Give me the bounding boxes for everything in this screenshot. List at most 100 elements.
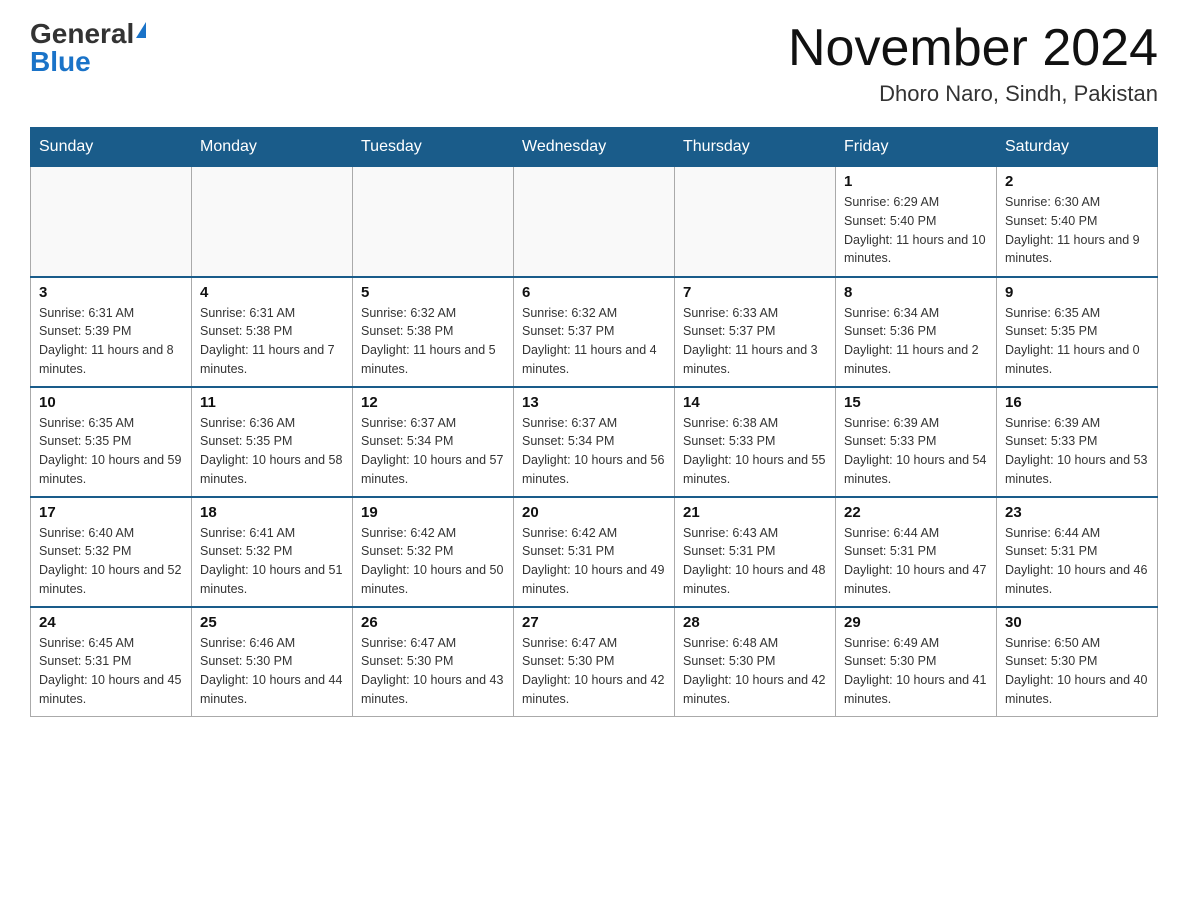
day-number: 6: [522, 284, 666, 301]
day-number: 2: [1005, 173, 1149, 190]
day-info: Sunrise: 6:41 AMSunset: 5:32 PMDaylight:…: [200, 524, 344, 599]
day-number: 26: [361, 614, 505, 631]
day-info: Sunrise: 6:42 AMSunset: 5:32 PMDaylight:…: [361, 524, 505, 599]
day-number: 16: [1005, 394, 1149, 411]
logo-general-text: General: [30, 20, 134, 48]
day-info: Sunrise: 6:29 AMSunset: 5:40 PMDaylight:…: [844, 193, 988, 268]
calendar-week-row: 24 Sunrise: 6:45 AMSunset: 5:31 PMDayligh…: [31, 607, 1158, 717]
weekday-header-wednesday: Wednesday: [514, 128, 675, 167]
weekday-header-saturday: Saturday: [997, 128, 1158, 167]
day-number: 19: [361, 504, 505, 521]
day-number: 21: [683, 504, 827, 521]
calendar-cell: 3 Sunrise: 6:31 AMSunset: 5:39 PMDaylight…: [31, 277, 192, 387]
day-info: Sunrise: 6:45 AMSunset: 5:31 PMDaylight:…: [39, 634, 183, 709]
day-info: Sunrise: 6:50 AMSunset: 5:30 PMDaylight:…: [1005, 634, 1149, 709]
calendar-cell: [675, 167, 836, 277]
calendar-cell: 6 Sunrise: 6:32 AMSunset: 5:37 PMDaylight…: [514, 277, 675, 387]
calendar-cell: 26 Sunrise: 6:47 AMSunset: 5:30 PMDayligh…: [353, 607, 514, 717]
calendar-week-row: 1 Sunrise: 6:29 AMSunset: 5:40 PMDaylight…: [31, 167, 1158, 277]
day-info: Sunrise: 6:39 AMSunset: 5:33 PMDaylight:…: [844, 414, 988, 489]
day-info: Sunrise: 6:31 AMSunset: 5:39 PMDaylight:…: [39, 304, 183, 379]
calendar-cell: [31, 167, 192, 277]
calendar-cell: 7 Sunrise: 6:33 AMSunset: 5:37 PMDaylight…: [675, 277, 836, 387]
day-number: 22: [844, 504, 988, 521]
day-number: 17: [39, 504, 183, 521]
day-number: 25: [200, 614, 344, 631]
day-info: Sunrise: 6:42 AMSunset: 5:31 PMDaylight:…: [522, 524, 666, 599]
day-info: Sunrise: 6:38 AMSunset: 5:33 PMDaylight:…: [683, 414, 827, 489]
calendar-cell: 23 Sunrise: 6:44 AMSunset: 5:31 PMDayligh…: [997, 497, 1158, 607]
day-number: 1: [844, 173, 988, 190]
calendar-cell: 12 Sunrise: 6:37 AMSunset: 5:34 PMDayligh…: [353, 387, 514, 497]
day-number: 28: [683, 614, 827, 631]
day-number: 4: [200, 284, 344, 301]
day-number: 30: [1005, 614, 1149, 631]
calendar-cell: 11Sunrise: 6:36 AMSunset: 5:35 PMDayligh…: [192, 387, 353, 497]
day-number: 7: [683, 284, 827, 301]
calendar-table: SundayMondayTuesdayWednesdayThursdayFrid…: [30, 127, 1158, 717]
logo-triangle-icon: [136, 22, 146, 38]
day-info: Sunrise: 6:30 AMSunset: 5:40 PMDaylight:…: [1005, 193, 1149, 268]
day-info: Sunrise: 6:32 AMSunset: 5:38 PMDaylight:…: [361, 304, 505, 379]
calendar-cell: 9Sunrise: 6:35 AMSunset: 5:35 PMDaylight…: [997, 277, 1158, 387]
day-info: Sunrise: 6:34 AMSunset: 5:36 PMDaylight:…: [844, 304, 988, 379]
calendar-cell: 22 Sunrise: 6:44 AMSunset: 5:31 PMDayligh…: [836, 497, 997, 607]
calendar-cell: 25 Sunrise: 6:46 AMSunset: 5:30 PMDayligh…: [192, 607, 353, 717]
title-area: November 2024 Dhoro Naro, Sindh, Pakista…: [788, 20, 1158, 107]
calendar-cell: [514, 167, 675, 277]
day-number: 3: [39, 284, 183, 301]
calendar-cell: 21 Sunrise: 6:43 AMSunset: 5:31 PMDayligh…: [675, 497, 836, 607]
day-info: Sunrise: 6:43 AMSunset: 5:31 PMDaylight:…: [683, 524, 827, 599]
day-number: 14: [683, 394, 827, 411]
calendar-cell: 1 Sunrise: 6:29 AMSunset: 5:40 PMDaylight…: [836, 167, 997, 277]
day-number: 20: [522, 504, 666, 521]
day-info: Sunrise: 6:48 AMSunset: 5:30 PMDaylight:…: [683, 634, 827, 709]
day-info: Sunrise: 6:33 AMSunset: 5:37 PMDaylight:…: [683, 304, 827, 379]
calendar-week-row: 3 Sunrise: 6:31 AMSunset: 5:39 PMDaylight…: [31, 277, 1158, 387]
day-info: Sunrise: 6:37 AMSunset: 5:34 PMDaylight:…: [361, 414, 505, 489]
month-title: November 2024: [788, 20, 1158, 77]
day-info: Sunrise: 6:46 AMSunset: 5:30 PMDaylight:…: [200, 634, 344, 709]
logo-blue-text: Blue: [30, 46, 91, 77]
calendar-cell: 24 Sunrise: 6:45 AMSunset: 5:31 PMDayligh…: [31, 607, 192, 717]
day-info: Sunrise: 6:44 AMSunset: 5:31 PMDaylight:…: [844, 524, 988, 599]
day-number: 12: [361, 394, 505, 411]
weekday-header-row: SundayMondayTuesdayWednesdayThursdayFrid…: [31, 128, 1158, 167]
logo: General Blue: [30, 20, 146, 76]
day-info: Sunrise: 6:47 AMSunset: 5:30 PMDaylight:…: [522, 634, 666, 709]
day-number: 18: [200, 504, 344, 521]
day-info: Sunrise: 6:47 AMSunset: 5:30 PMDaylight:…: [361, 634, 505, 709]
day-number: 24: [39, 614, 183, 631]
day-info: Sunrise: 6:39 AMSunset: 5:33 PMDaylight:…: [1005, 414, 1149, 489]
calendar-cell: [353, 167, 514, 277]
calendar-week-row: 17Sunrise: 6:40 AMSunset: 5:32 PMDayligh…: [31, 497, 1158, 607]
calendar-cell: [192, 167, 353, 277]
calendar-cell: 17Sunrise: 6:40 AMSunset: 5:32 PMDayligh…: [31, 497, 192, 607]
day-number: 11: [200, 394, 344, 411]
calendar-cell: 29Sunrise: 6:49 AMSunset: 5:30 PMDayligh…: [836, 607, 997, 717]
calendar-cell: 19 Sunrise: 6:42 AMSunset: 5:32 PMDayligh…: [353, 497, 514, 607]
calendar-cell: 28 Sunrise: 6:48 AMSunset: 5:30 PMDayligh…: [675, 607, 836, 717]
calendar-cell: 10Sunrise: 6:35 AMSunset: 5:35 PMDayligh…: [31, 387, 192, 497]
weekday-header-friday: Friday: [836, 128, 997, 167]
calendar-cell: 18 Sunrise: 6:41 AMSunset: 5:32 PMDayligh…: [192, 497, 353, 607]
calendar-cell: 20 Sunrise: 6:42 AMSunset: 5:31 PMDayligh…: [514, 497, 675, 607]
day-number: 13: [522, 394, 666, 411]
weekday-header-tuesday: Tuesday: [353, 128, 514, 167]
day-number: 27: [522, 614, 666, 631]
day-number: 5: [361, 284, 505, 301]
day-info: Sunrise: 6:32 AMSunset: 5:37 PMDaylight:…: [522, 304, 666, 379]
calendar-cell: 27 Sunrise: 6:47 AMSunset: 5:30 PMDayligh…: [514, 607, 675, 717]
calendar-cell: 5 Sunrise: 6:32 AMSunset: 5:38 PMDaylight…: [353, 277, 514, 387]
day-number: 15: [844, 394, 988, 411]
day-number: 23: [1005, 504, 1149, 521]
weekday-header-thursday: Thursday: [675, 128, 836, 167]
day-info: Sunrise: 6:44 AMSunset: 5:31 PMDaylight:…: [1005, 524, 1149, 599]
calendar-cell: 2 Sunrise: 6:30 AMSunset: 5:40 PMDaylight…: [997, 167, 1158, 277]
calendar-week-row: 10Sunrise: 6:35 AMSunset: 5:35 PMDayligh…: [31, 387, 1158, 497]
day-info: Sunrise: 6:35 AMSunset: 5:35 PMDaylight:…: [39, 414, 183, 489]
weekday-header-sunday: Sunday: [31, 128, 192, 167]
day-info: Sunrise: 6:31 AMSunset: 5:38 PMDaylight:…: [200, 304, 344, 379]
calendar-cell: 8 Sunrise: 6:34 AMSunset: 5:36 PMDaylight…: [836, 277, 997, 387]
day-number: 8: [844, 284, 988, 301]
